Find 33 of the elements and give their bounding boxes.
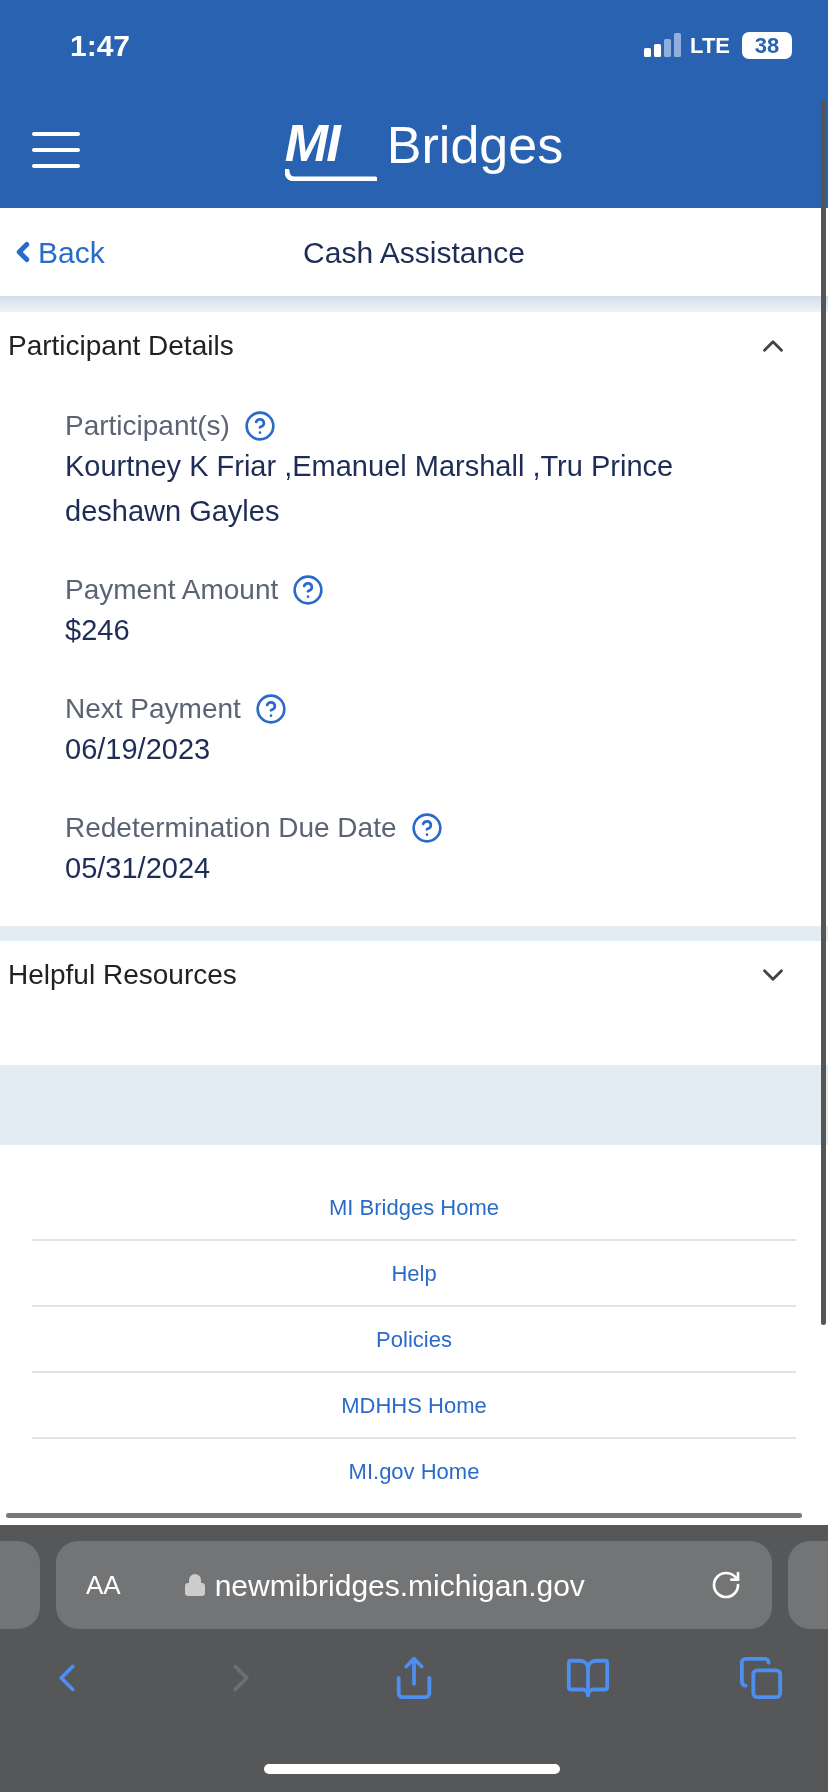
address-bar[interactable]: AA newmibridges.michigan.gov: [56, 1541, 772, 1629]
text-size-button[interactable]: AA: [86, 1565, 121, 1605]
reload-icon[interactable]: [710, 1569, 742, 1601]
help-icon[interactable]: [254, 693, 287, 725]
field-label: Participant(s): [65, 409, 230, 443]
menu-icon[interactable]: [32, 132, 80, 168]
footer-link[interactable]: Policies: [32, 1307, 796, 1371]
field-label: Payment Amount: [65, 573, 279, 607]
accordion-header[interactable]: Helpful Resources: [0, 941, 828, 1009]
help-icon[interactable]: [410, 812, 443, 844]
help-icon[interactable]: [243, 410, 276, 442]
network-label: LTE: [690, 31, 730, 60]
footer-link[interactable]: MI.gov Home: [32, 1439, 796, 1503]
lock-icon: [182, 1573, 207, 1597]
logo-mark: MI: [284, 117, 339, 169]
footer-link[interactable]: MI Bridges Home: [32, 1175, 796, 1239]
signal-icon: [644, 33, 683, 57]
page-title: Cash Assistance: [303, 234, 525, 271]
field-value: 06/19/2023: [65, 732, 212, 767]
footer-link[interactable]: Help: [32, 1241, 796, 1305]
swoosh-icon: [284, 169, 377, 181]
help-icon[interactable]: [292, 574, 325, 606]
field-value: Kourtney K Friar ,Emanuel Marshall ,Tru Prince deshawn Gayles: [65, 449, 675, 529]
time: 1:47: [70, 27, 131, 64]
field-label: Next Payment: [65, 692, 241, 726]
battery-icon: 38: [742, 31, 792, 59]
field-label: Redetermination Due Date: [65, 811, 397, 845]
footer-link[interactable]: MDHHS Home: [32, 1373, 796, 1437]
field-value: 05/31/2024: [65, 851, 212, 886]
url-text: newmibridges.michigan.gov: [214, 1567, 585, 1604]
back-link[interactable]: Back: [8, 229, 105, 275]
accordion-header[interactable]: Participant Details: [0, 312, 828, 380]
field-value: $246: [65, 613, 131, 648]
